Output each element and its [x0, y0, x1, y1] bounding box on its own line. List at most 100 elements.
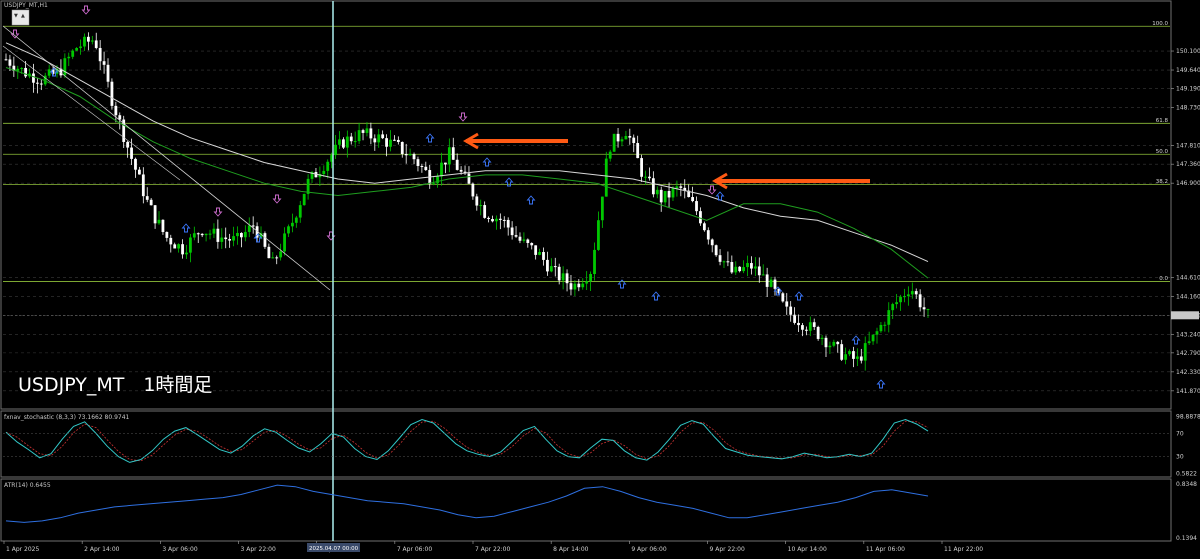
candle-body	[789, 306, 793, 315]
candle-body	[338, 139, 341, 145]
candle-body	[667, 191, 671, 198]
candle-body	[875, 331, 879, 335]
candle-body	[130, 147, 133, 159]
candle-body	[322, 170, 326, 175]
candle-body	[400, 141, 404, 155]
candle-body	[753, 266, 757, 269]
candle-body	[781, 293, 785, 302]
candle-body	[569, 283, 573, 290]
y-tick-label: 148.730	[1176, 105, 1200, 112]
candle-body	[863, 343, 867, 361]
current-price-box	[1171, 311, 1199, 320]
chart-title-overlay: USDJPY_MT 1時間足	[18, 374, 212, 396]
candle-body	[922, 307, 926, 310]
main-pane	[0, 0, 1172, 410]
y-tick-label: 143.240	[1176, 331, 1200, 338]
candle-body	[353, 141, 357, 143]
candle-body	[165, 232, 169, 238]
candle-body	[287, 226, 290, 234]
candle-body	[561, 273, 565, 281]
candle-body	[526, 239, 530, 243]
candle-body	[487, 217, 490, 220]
box-down-icon: ▼	[14, 13, 18, 19]
candle-body	[134, 158, 137, 170]
candle-body	[169, 237, 173, 245]
candle-body	[859, 356, 863, 361]
chart-window: 100.0 61.8 50.0 38.2 0.0 USDJPY_MT,H1 ▼ ▲ US…	[0, 0, 1200, 555]
candle-body	[39, 83, 43, 85]
candle-body	[887, 310, 891, 325]
candle-body	[542, 252, 545, 260]
time-axis[interactable]: 1 Apr 2025 2 Apr 14:00 3 Apr 06:00 3 Apr 22…	[3, 541, 983, 553]
candle-body	[283, 233, 286, 252]
candle-body	[510, 227, 514, 236]
candle-body	[369, 128, 373, 139]
candle-body	[294, 217, 298, 223]
candle-body	[204, 233, 208, 236]
candle-body	[243, 231, 247, 238]
candle-body	[879, 324, 883, 332]
candle-body	[769, 279, 773, 287]
candle-body	[455, 159, 459, 170]
candle-body	[345, 136, 349, 148]
candle-body	[483, 205, 487, 218]
chart-svg: 100.0 61.8 50.0 38.2 0.0 USDJPY_MT,H1 ▼ ▲ US…	[0, 0, 1200, 553]
candle-body	[785, 301, 789, 307]
candle-body	[820, 337, 824, 339]
atr-axis: 0.8348 0.1394	[1176, 481, 1197, 542]
candle-body	[440, 162, 443, 177]
candle-body	[114, 105, 118, 116]
symbol-label: USDJPY_MT,H1	[4, 2, 48, 9]
candle-body	[585, 281, 589, 284]
x-tick-label: 10 Apr 14:00	[788, 546, 827, 553]
candle-body	[224, 237, 228, 240]
candle-body	[546, 259, 549, 272]
candle-body	[479, 205, 483, 207]
candle-body	[145, 196, 149, 200]
candle-body	[75, 48, 79, 51]
price-axis[interactable]: 150.100 149.640 149.190 148.730 147.810 147.3…	[1171, 48, 1200, 395]
candle-body	[236, 232, 239, 237]
candle-body	[502, 219, 506, 221]
candle-body	[906, 294, 910, 297]
candle-body	[67, 56, 71, 59]
candle-body	[793, 314, 797, 323]
candle-body	[801, 325, 804, 330]
candle-body	[20, 67, 24, 69]
candle-body	[730, 262, 734, 273]
y-tick-label: 149.640	[1176, 67, 1200, 74]
candle-body	[393, 139, 396, 141]
candle-body	[149, 199, 153, 206]
one-click-trading-box[interactable]: ▼ ▲	[11, 9, 30, 26]
candle-body	[855, 356, 859, 359]
candle-body	[444, 162, 447, 165]
candle-body	[141, 174, 145, 197]
candle-body	[189, 237, 192, 253]
candle-body	[228, 239, 232, 241]
candle-body	[381, 134, 385, 139]
candle-body	[804, 329, 808, 331]
candle-body	[404, 154, 408, 156]
candle-body	[385, 138, 388, 147]
y-tick-label: 142.790	[1176, 350, 1200, 357]
candle-body	[797, 322, 800, 326]
candle-body	[616, 133, 620, 142]
candle-body	[451, 147, 455, 160]
fib-level-label: 50.0	[1156, 149, 1169, 155]
candle-body	[604, 158, 608, 197]
x-tick-label: 9 Apr 22:00	[710, 546, 745, 553]
candle-body	[373, 138, 377, 143]
x-tick-label: 11 Apr 22:00	[944, 546, 983, 553]
candle-body	[71, 50, 75, 57]
candle-body	[691, 197, 694, 202]
candle-body	[216, 228, 220, 242]
candle-body	[106, 64, 110, 82]
candle-body	[597, 220, 600, 250]
candle-body	[722, 261, 726, 263]
candle-body	[459, 169, 463, 172]
y-tick-label: 147.360	[1176, 161, 1200, 168]
candle-body	[840, 344, 844, 360]
x-tick-label: 11 Apr 06:00	[866, 546, 905, 553]
candle-body	[16, 68, 20, 71]
candle-body	[90, 40, 94, 42]
